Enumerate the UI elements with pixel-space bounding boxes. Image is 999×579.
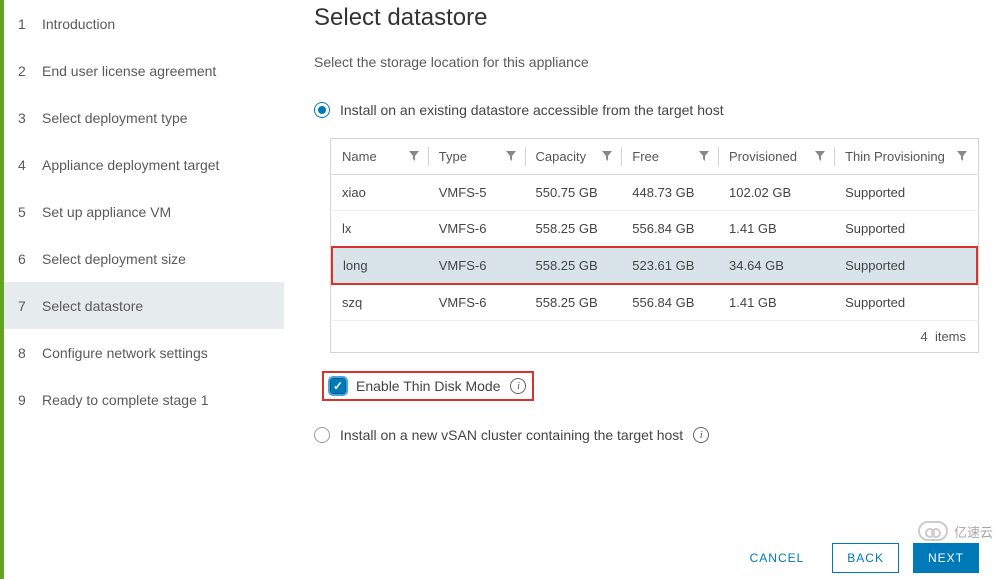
- cell-provisioned: 1.41 GB: [719, 284, 835, 321]
- cell-capacity: 558.25 GB: [526, 284, 623, 321]
- sidebar-step-3[interactable]: 3 Select deployment type: [4, 94, 284, 141]
- item-count-label: items: [935, 329, 966, 344]
- filter-icon[interactable]: [957, 149, 967, 164]
- sidebar-step-2[interactable]: 2 End user license agreement: [4, 47, 284, 94]
- col-capacity[interactable]: Capacity: [526, 139, 623, 175]
- option-label: Install on a new vSAN cluster containing…: [340, 427, 683, 443]
- cell-provisioned: 34.64 GB: [719, 247, 835, 284]
- step-number: 8: [18, 345, 30, 361]
- step-label: Introduction: [42, 16, 115, 32]
- option-label: Install on an existing datastore accessi…: [340, 102, 724, 118]
- cell-thin: Supported: [835, 175, 977, 211]
- step-label: Select datastore: [42, 298, 143, 314]
- info-icon[interactable]: i: [693, 427, 709, 443]
- cell-name: szq: [332, 284, 429, 321]
- option-new-vsan[interactable]: Install on a new vSAN cluster containing…: [314, 427, 979, 443]
- col-free[interactable]: Free: [622, 139, 719, 175]
- next-button[interactable]: NEXT: [913, 543, 979, 573]
- cell-provisioned: 102.02 GB: [719, 175, 835, 211]
- col-name[interactable]: Name: [332, 139, 429, 175]
- col-thin-provisioning[interactable]: Thin Provisioning: [835, 139, 977, 175]
- cell-free: 556.84 GB: [622, 284, 719, 321]
- page-title: Select datastore: [314, 4, 979, 32]
- step-label: End user license agreement: [42, 63, 216, 79]
- cell-thin: Supported: [835, 284, 977, 321]
- option-existing-datastore[interactable]: Install on an existing datastore accessi…: [314, 102, 979, 118]
- cancel-button[interactable]: CANCEL: [736, 543, 819, 573]
- cell-name: xiao: [332, 175, 429, 211]
- cell-provisioned: 1.41 GB: [719, 211, 835, 248]
- sidebar-step-1[interactable]: 1 Introduction: [4, 0, 284, 47]
- table-footer: 4 items: [331, 321, 978, 352]
- filter-icon[interactable]: [699, 149, 709, 164]
- step-number: 4: [18, 157, 30, 173]
- step-number: 5: [18, 204, 30, 220]
- table-row[interactable]: szq VMFS-6 558.25 GB 556.84 GB 1.41 GB S…: [332, 284, 977, 321]
- cell-type: VMFS-6: [429, 284, 526, 321]
- table-row[interactable]: xiao VMFS-5 550.75 GB 448.73 GB 102.02 G…: [332, 175, 977, 211]
- cloud-icon: [918, 521, 948, 541]
- wizard-sidebar: 1 Introduction 2 End user license agreem…: [0, 0, 284, 579]
- checkbox-checked-icon: ✓: [330, 378, 346, 394]
- step-label: Select deployment size: [42, 251, 186, 267]
- main-panel: Select datastore Select the storage loca…: [284, 0, 999, 579]
- cell-capacity: 558.25 GB: [526, 247, 623, 284]
- sidebar-step-4[interactable]: 4 Appliance deployment target: [4, 141, 284, 188]
- step-label: Select deployment type: [42, 110, 188, 126]
- filter-icon[interactable]: [506, 149, 516, 164]
- info-icon[interactable]: i: [510, 378, 526, 394]
- cell-type: VMFS-6: [429, 247, 526, 284]
- step-number: 6: [18, 251, 30, 267]
- cell-thin: Supported: [835, 247, 977, 284]
- radio-checked-icon: [314, 102, 330, 118]
- sidebar-step-6[interactable]: 6 Select deployment size: [4, 235, 284, 282]
- sidebar-step-7[interactable]: 7 Select datastore: [4, 282, 284, 329]
- filter-icon[interactable]: [409, 149, 419, 164]
- table-row[interactable]: lx VMFS-6 558.25 GB 556.84 GB 1.41 GB Su…: [332, 211, 977, 248]
- table-row-selected[interactable]: long VMFS-6 558.25 GB 523.61 GB 34.64 GB…: [332, 247, 977, 284]
- sidebar-step-5[interactable]: 5 Set up appliance VM: [4, 188, 284, 235]
- filter-icon[interactable]: [815, 149, 825, 164]
- cell-capacity: 550.75 GB: [526, 175, 623, 211]
- watermark-text: 亿速云: [954, 522, 993, 541]
- watermark: 亿速云: [918, 521, 993, 541]
- cell-free: 448.73 GB: [622, 175, 719, 211]
- cell-name: lx: [332, 211, 429, 248]
- cell-type: VMFS-5: [429, 175, 526, 211]
- back-button[interactable]: BACK: [832, 543, 899, 573]
- step-number: 3: [18, 110, 30, 126]
- checkbox-label: Enable Thin Disk Mode: [356, 378, 500, 394]
- col-type[interactable]: Type: [429, 139, 526, 175]
- page-subtitle: Select the storage location for this app…: [314, 54, 979, 70]
- cell-free: 523.61 GB: [622, 247, 719, 284]
- cell-name: long: [332, 247, 429, 284]
- filter-icon[interactable]: [602, 149, 612, 164]
- thin-disk-mode-toggle[interactable]: ✓ Enable Thin Disk Mode i: [322, 371, 534, 401]
- cell-type: VMFS-6: [429, 211, 526, 248]
- table-header-row: Name Type Capacity Free Provisioned Thin…: [332, 139, 977, 175]
- radio-unchecked-icon: [314, 427, 330, 443]
- cell-capacity: 558.25 GB: [526, 211, 623, 248]
- datastore-table: Name Type Capacity Free Provisioned Thin…: [330, 138, 979, 353]
- step-label: Configure network settings: [42, 345, 208, 361]
- step-number: 9: [18, 392, 30, 408]
- wizard-footer: CANCEL BACK NEXT: [314, 537, 999, 579]
- item-count: 4: [920, 329, 927, 344]
- step-number: 2: [18, 63, 30, 79]
- col-provisioned[interactable]: Provisioned: [719, 139, 835, 175]
- step-label: Set up appliance VM: [42, 204, 171, 220]
- sidebar-step-9[interactable]: 9 Ready to complete stage 1: [4, 376, 284, 423]
- sidebar-step-8[interactable]: 8 Configure network settings: [4, 329, 284, 376]
- step-label: Appliance deployment target: [42, 157, 219, 173]
- step-label: Ready to complete stage 1: [42, 392, 209, 408]
- step-number: 7: [18, 298, 30, 314]
- cell-free: 556.84 GB: [622, 211, 719, 248]
- cell-thin: Supported: [835, 211, 977, 248]
- step-number: 1: [18, 16, 30, 32]
